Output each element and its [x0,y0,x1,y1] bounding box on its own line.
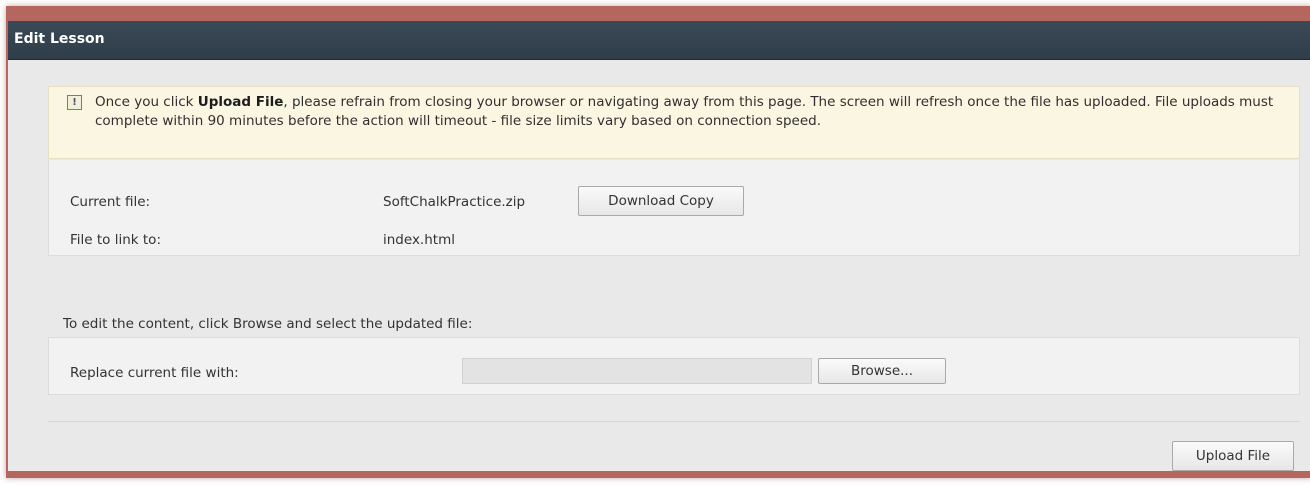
current-file-label: Current file: [70,194,151,210]
edit-instruction: To edit the content, click Browse and se… [63,316,473,332]
file-to-link-label: File to link to: [70,232,161,248]
upload-notice: ! Once you click Upload File, please ref… [48,86,1300,159]
notice-text-before: Once you click [95,94,198,110]
footer-divider [48,421,1300,422]
window-title: Edit Lesson [14,31,105,47]
download-copy-button[interactable]: Download Copy [578,186,744,216]
upload-file-button[interactable]: Upload File [1172,441,1294,471]
title-bar: Edit Lesson [8,21,1310,60]
replace-file-label: Replace current file with: [70,365,239,381]
notice-text: Once you click Upload File, please refra… [95,93,1285,131]
browse-button[interactable]: Browse... [818,358,946,384]
file-to-link-value: index.html [383,232,455,248]
file-path-input[interactable] [462,358,812,384]
warning-icon: ! [67,95,82,110]
notice-text-bold: Upload File [197,94,284,110]
current-file-value: SoftChalkPractice.zip [383,194,526,210]
